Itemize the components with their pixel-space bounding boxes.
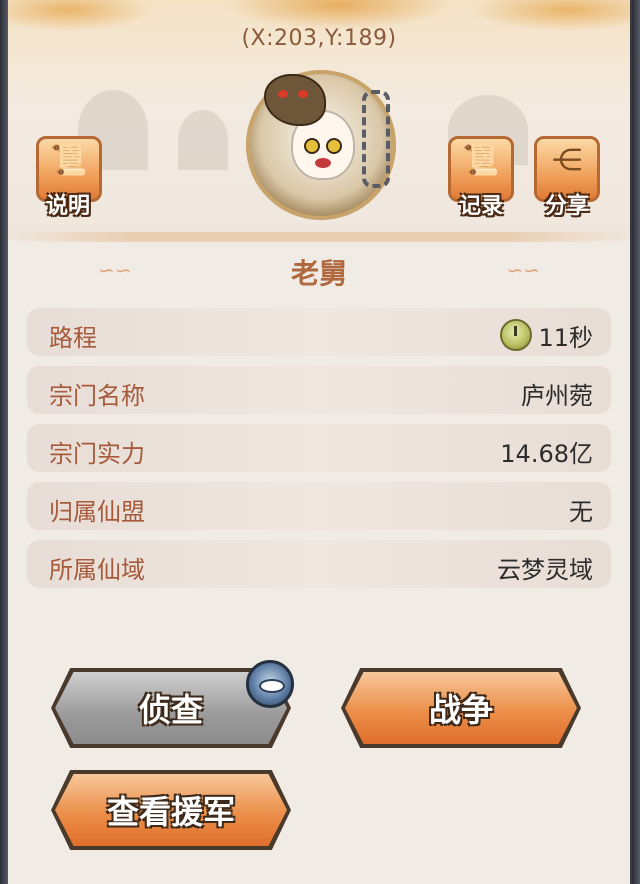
info-row-domain: 所属仙域 云梦灵域 xyxy=(27,540,611,588)
target-name-row: ∽∽ 老舅 ∽∽ xyxy=(8,248,630,292)
row-value: 14.68亿 xyxy=(500,440,593,468)
share-label: 分享 xyxy=(544,194,589,219)
row-key: 路程 xyxy=(49,324,97,352)
info-panel: (X:203,Y:189) 📜 说明 📜 记录 ⋲ 分享 ∽∽ 老舅 ∽∽ 路程… xyxy=(8,0,630,884)
row-key: 所属仙域 xyxy=(49,556,145,584)
left-edge xyxy=(0,0,8,884)
war-button[interactable]: 战争 xyxy=(345,672,577,744)
record-scroll-icon: 📜 xyxy=(462,143,500,178)
share-icon: ⋲ xyxy=(552,143,582,178)
right-edge xyxy=(632,0,640,884)
header-divider xyxy=(8,232,630,242)
row-value: 11秒 xyxy=(500,318,593,353)
view-reinforcements-button[interactable]: 查看援军 xyxy=(55,774,287,846)
swirl-decoration-right: ∽∽ xyxy=(506,258,540,282)
target-avatar[interactable] xyxy=(246,70,396,220)
beast-head xyxy=(264,74,326,126)
row-value: 无 xyxy=(569,498,593,526)
beast-eye xyxy=(278,90,288,98)
row-key: 宗门实力 xyxy=(49,440,145,468)
scroll-icon: 📜 xyxy=(50,143,88,178)
eye-icon xyxy=(259,679,285,693)
chain-decoration xyxy=(362,90,390,188)
row-key: 宗门名称 xyxy=(49,382,145,410)
record-label: 记录 xyxy=(458,194,503,219)
distance-value: 11秒 xyxy=(538,324,593,352)
eye-badge-icon xyxy=(246,660,294,708)
info-row-distance: 路程 11秒 xyxy=(27,308,611,356)
help-label: 说明 xyxy=(45,194,90,219)
beast-eye xyxy=(298,90,308,98)
info-row-alliance: 归属仙盟 无 xyxy=(27,482,611,530)
eye xyxy=(304,138,320,154)
info-row-sect-power: 宗门实力 14.68亿 xyxy=(27,424,611,472)
info-row-sect-name: 宗门名称 庐州菀 xyxy=(27,366,611,414)
row-value: 庐州菀 xyxy=(521,382,593,410)
clock-icon xyxy=(500,319,533,351)
mountain-decoration xyxy=(178,110,228,170)
row-value: 云梦灵域 xyxy=(497,556,593,584)
mouth xyxy=(315,158,331,168)
panel-header: (X:203,Y:189) 📜 说明 📜 记录 ⋲ 分享 xyxy=(8,0,630,240)
eye xyxy=(326,138,342,154)
coordinates-text: (X:203,Y:189) xyxy=(241,26,397,51)
row-key: 归属仙盟 xyxy=(49,498,145,526)
info-list: 路程 11秒 宗门名称 庐州菀 宗门实力 14.68亿 归属仙盟 无 所属仙域 … xyxy=(27,308,611,598)
